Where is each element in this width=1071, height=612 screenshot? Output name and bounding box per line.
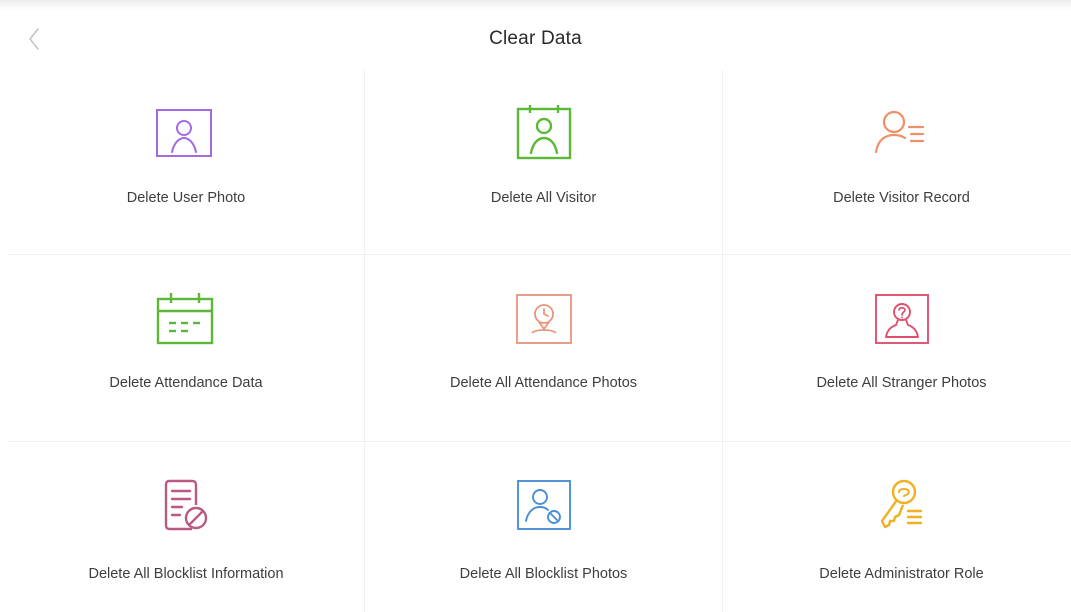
visitor-record-icon bbox=[870, 102, 934, 166]
delete-all-visitor-tile[interactable]: Delete All Visitor bbox=[365, 70, 723, 255]
delete-administrator-role-tile[interactable]: Delete Administrator Role bbox=[723, 442, 1071, 612]
tile-label: Delete All Stranger Photos bbox=[816, 375, 987, 391]
delete-all-blocklist-information-tile[interactable]: Delete All Blocklist Information bbox=[8, 442, 365, 612]
tile-label: Delete All Visitor bbox=[490, 190, 597, 206]
delete-attendance-data-tile[interactable]: Delete Attendance Data bbox=[8, 255, 365, 442]
header: Clear Data bbox=[0, 10, 1071, 70]
delete-all-blocklist-photos-tile[interactable]: Delete All Blocklist Photos bbox=[365, 442, 723, 612]
clear-data-screen: Clear Data Delete User Photo Delete All … bbox=[0, 0, 1071, 612]
admin-key-icon bbox=[870, 475, 934, 539]
top-shadow bbox=[0, 0, 1071, 10]
page-title: Clear Data bbox=[489, 28, 582, 49]
tile-label: Delete Administrator Role bbox=[819, 566, 984, 582]
tile-label: Delete All Blocklist Information bbox=[88, 566, 284, 582]
blocklist-photo-icon bbox=[512, 475, 576, 539]
attendance-photo-icon bbox=[512, 289, 576, 353]
visitor-badge-icon bbox=[512, 102, 576, 166]
tile-label: Delete All Blocklist Photos bbox=[459, 566, 628, 582]
delete-visitor-record-tile[interactable]: Delete Visitor Record bbox=[723, 70, 1071, 255]
tile-label: Delete All Attendance Photos bbox=[449, 375, 638, 391]
stranger-photo-icon bbox=[870, 289, 934, 353]
user-photo-icon bbox=[154, 102, 218, 166]
blocklist-document-icon bbox=[154, 475, 218, 539]
tile-label: Delete Visitor Record bbox=[833, 190, 970, 206]
calendar-icon bbox=[154, 289, 218, 353]
delete-all-stranger-photos-tile[interactable]: Delete All Stranger Photos bbox=[723, 255, 1071, 442]
delete-all-attendance-photos-tile[interactable]: Delete All Attendance Photos bbox=[365, 255, 723, 442]
tile-label: Delete User Photo bbox=[126, 190, 246, 206]
delete-user-photo-tile[interactable]: Delete User Photo bbox=[8, 70, 365, 255]
clear-data-grid: Delete User Photo Delete All Visitor Del… bbox=[8, 70, 1071, 612]
tile-label: Delete Attendance Data bbox=[109, 375, 263, 391]
